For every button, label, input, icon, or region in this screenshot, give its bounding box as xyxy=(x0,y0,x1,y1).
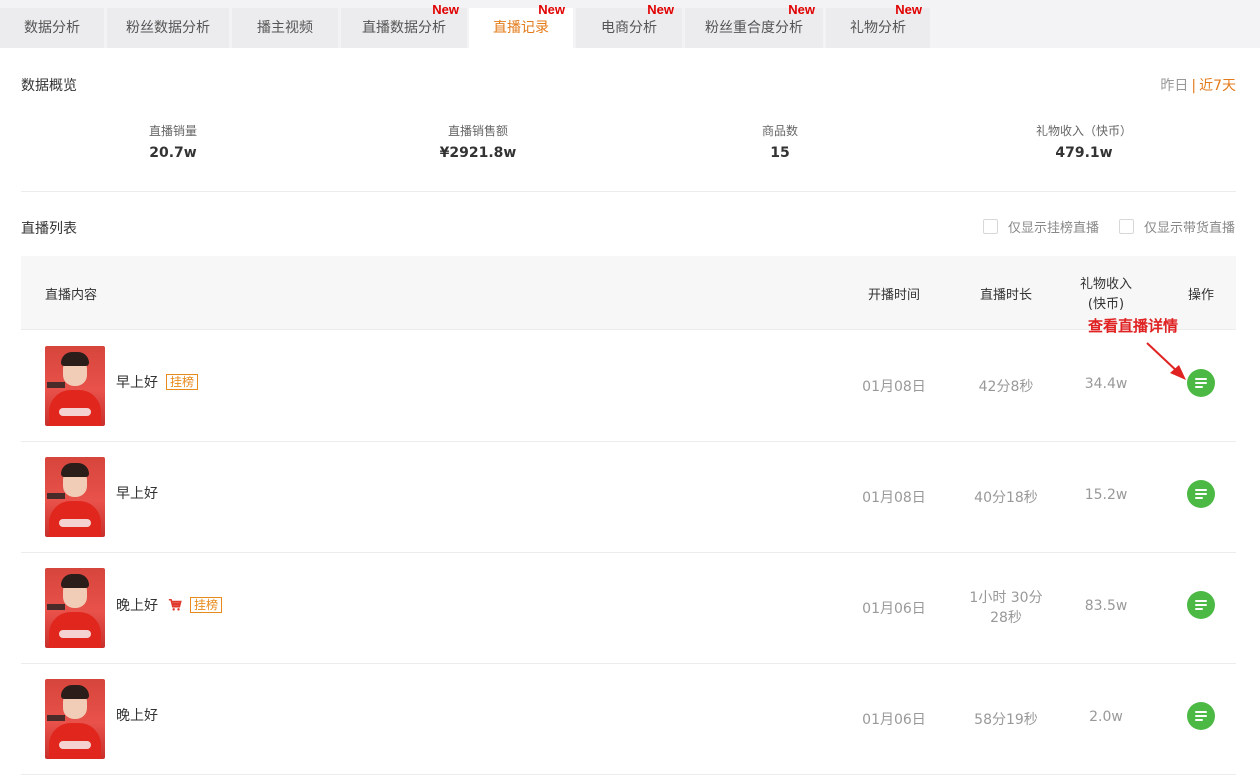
header-start-time: 开播时间 xyxy=(867,288,920,303)
rank-badge: 挂榜 xyxy=(190,597,223,613)
live-title[interactable]: 晚上好 挂榜 xyxy=(116,595,223,615)
tab-live-records[interactable]: 直播记录 New xyxy=(469,3,573,48)
duration: 58分19秒 xyxy=(974,712,1038,728)
live-title-text: 晚上好 xyxy=(116,598,158,614)
rank-badge: 挂榜 xyxy=(166,374,199,390)
tab-label: 礼物分析 xyxy=(850,20,906,36)
checkbox[interactable] xyxy=(983,219,998,234)
gift-income: 34.4w xyxy=(1084,376,1128,392)
view-detail-button[interactable] xyxy=(1187,480,1215,508)
range-separator: | xyxy=(1191,78,1197,94)
duration-line1: 1小时 30分 xyxy=(969,590,1043,606)
stat-gift-income: 礼物收入（快币） 479.1w xyxy=(984,122,1184,161)
overview-title: 数据概览 xyxy=(21,78,77,94)
tab-label: 粉丝重合度分析 xyxy=(705,20,803,36)
live-title-text: 晚上好 xyxy=(116,708,158,724)
filter-goods-only[interactable]: 仅显示带货直播 xyxy=(1119,217,1235,236)
tab-streamer-videos[interactable]: 播主视频 xyxy=(232,8,338,48)
start-time: 01月06日 xyxy=(862,712,926,728)
start-time: 01月08日 xyxy=(862,379,926,395)
cart-icon xyxy=(168,598,182,611)
header-gift-line1: 礼物收入 xyxy=(1079,277,1132,292)
range-yesterday[interactable]: 昨日 xyxy=(1160,78,1188,94)
stat-value: 479.1w xyxy=(1055,145,1113,161)
tab-data-analysis[interactable]: 数据分析 xyxy=(0,8,104,48)
tab-live-data-analysis[interactable]: 直播数据分析 New xyxy=(341,3,467,48)
tab-label: 播主视频 xyxy=(257,20,313,36)
new-badge: New xyxy=(647,2,674,17)
filter-label: 仅显示挂榜直播 xyxy=(1008,221,1100,236)
view-detail-button[interactable] xyxy=(1187,702,1215,730)
view-detail-button[interactable] xyxy=(1187,591,1215,619)
gift-income: 2.0w xyxy=(1089,709,1123,725)
table-row: 晚上好 挂榜 01月06日 1小时 30分 28秒 83.5w xyxy=(21,553,1236,664)
filter-label: 仅显示带货直播 xyxy=(1144,221,1236,236)
stat-label: 直播销量 xyxy=(148,124,197,138)
start-time: 01月06日 xyxy=(862,601,926,617)
stat-value: 15 xyxy=(770,145,790,161)
live-thumbnail[interactable] xyxy=(45,568,105,648)
range-7days[interactable]: 近7天 xyxy=(1199,78,1236,94)
date-range-switch: 昨日 | 近7天 xyxy=(1160,75,1236,95)
tab-gift-analysis[interactable]: 礼物分析 New xyxy=(826,3,930,48)
stat-label: 直播销售额 xyxy=(447,124,508,138)
table-header: 直播内容 开播时间 直播时长 礼物收入 (快币) 操作 xyxy=(21,256,1236,330)
annotation-arrow-icon xyxy=(1146,342,1186,380)
live-list-title: 直播列表 xyxy=(21,221,77,237)
start-time: 01月08日 xyxy=(862,490,926,506)
new-badge: New xyxy=(432,2,459,17)
new-badge: New xyxy=(895,2,922,17)
tab-label: 电商分析 xyxy=(601,20,657,36)
stat-value: ¥2921.8w xyxy=(439,145,517,161)
stat-label: 商品数 xyxy=(761,124,798,138)
tab-label: 粉丝数据分析 xyxy=(126,20,210,36)
duration-line2: 28秒 xyxy=(990,610,1022,626)
tab-ecommerce-analysis[interactable]: 电商分析 New xyxy=(576,3,682,48)
live-thumbnail[interactable] xyxy=(45,679,105,759)
new-badge: New xyxy=(538,2,565,17)
tab-fans-overlap-analysis[interactable]: 粉丝重合度分析 New xyxy=(685,3,823,48)
filter-rank-only[interactable]: 仅显示挂榜直播 xyxy=(983,217,1099,236)
duration: 1小时 30分 28秒 xyxy=(956,588,1056,628)
live-title[interactable]: 早上好 挂榜 xyxy=(116,372,199,392)
header-duration: 直播时长 xyxy=(979,288,1032,303)
stat-live-sales: 直播销量 20.7w xyxy=(73,122,273,161)
live-title[interactable]: 早上好 xyxy=(116,483,158,503)
stat-value: 20.7w xyxy=(149,145,197,161)
live-title[interactable]: 晚上好 xyxy=(116,705,158,725)
table-row: 晚上好 01月06日 58分19秒 2.0w xyxy=(21,664,1236,775)
divider xyxy=(21,191,1236,192)
live-thumbnail[interactable] xyxy=(45,346,105,426)
header-content: 直播内容 xyxy=(45,288,98,303)
new-badge: New xyxy=(788,2,815,17)
stat-label: 礼物收入（快币） xyxy=(1035,124,1132,138)
live-title-text: 早上好 xyxy=(116,375,158,391)
table-row: 早上好 挂榜 01月08日 42分8秒 34.4w xyxy=(21,331,1236,442)
header-gift-income: 礼物收入 (快币) xyxy=(1066,275,1146,315)
gift-income: 15.2w xyxy=(1084,487,1128,503)
annotation-view-detail: 查看直播详情 xyxy=(1088,317,1179,335)
stat-live-revenue: 直播销售额 ¥2921.8w xyxy=(378,122,578,161)
header-gift-line2: (快币) xyxy=(1087,297,1125,312)
stat-product-count: 商品数 15 xyxy=(680,122,880,161)
duration: 42分8秒 xyxy=(978,379,1034,395)
tab-fans-analysis[interactable]: 粉丝数据分析 xyxy=(107,8,229,48)
header-action: 操作 xyxy=(1187,288,1214,303)
checkbox[interactable] xyxy=(1119,219,1134,234)
table-row: 早上好 01月08日 40分18秒 15.2w xyxy=(21,442,1236,553)
live-thumbnail[interactable] xyxy=(45,457,105,537)
tab-label: 直播数据分析 xyxy=(362,20,446,36)
tab-label: 直播记录 xyxy=(493,20,549,36)
tab-bar: 数据分析 粉丝数据分析 播主视频 直播数据分析 New 直播记录 New 电商分析 N… xyxy=(0,0,1260,48)
gift-income: 83.5w xyxy=(1084,598,1128,614)
duration: 40分18秒 xyxy=(974,490,1038,506)
tab-label: 数据分析 xyxy=(24,20,80,36)
live-title-text: 早上好 xyxy=(116,486,158,502)
